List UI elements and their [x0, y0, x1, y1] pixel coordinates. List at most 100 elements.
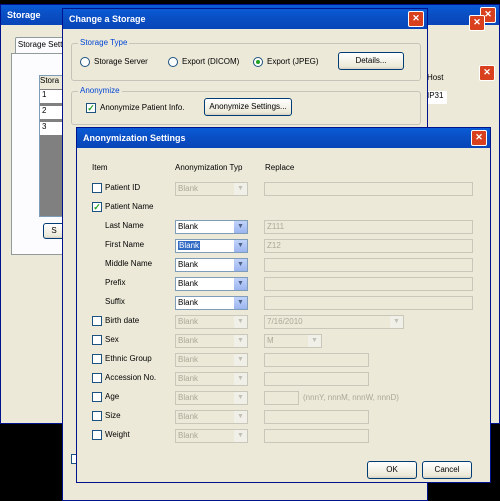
close-icon[interactable]: ✕	[471, 130, 487, 146]
row-label[interactable]: Ethnic Group	[105, 354, 152, 363]
anonymization-title-bar[interactable]: Anonymization Settings ✕	[77, 128, 490, 148]
row-label: First Name	[105, 240, 145, 249]
row-checkbox[interactable]	[92, 335, 102, 345]
select-value: Blank	[178, 374, 199, 383]
chevron-down-icon[interactable]: ▼	[234, 335, 247, 347]
chevron-down-icon[interactable]: ▼	[234, 392, 247, 404]
anonymization-type-select[interactable]: Blank ▼	[175, 353, 248, 367]
anonymization-type-select[interactable]: Blank ▼	[175, 315, 248, 329]
chevron-down-icon[interactable]: ▼	[234, 411, 247, 423]
select-value: Blank	[178, 279, 199, 288]
close-icon[interactable]: ✕	[469, 15, 485, 31]
chevron-down-icon[interactable]: ▼	[234, 183, 247, 195]
chevron-down-icon[interactable]: ▼	[308, 335, 321, 347]
chevron-down-icon[interactable]: ▼	[234, 316, 247, 328]
anonymize-settings-button[interactable]: Anonymize Settings...	[204, 98, 292, 116]
row-label[interactable]: Patient ID	[105, 183, 140, 192]
chevron-down-icon[interactable]: ▼	[234, 240, 247, 252]
replace-field[interactable]: Z12	[264, 239, 473, 253]
change-storage-title-bar[interactable]: Change a Storage ✕	[63, 9, 427, 29]
radio-label-storage-server[interactable]: Storage Server	[94, 57, 148, 66]
anonymization-type-select[interactable]: Blank ▼	[175, 258, 248, 272]
cancel-button[interactable]: Cancel	[422, 461, 472, 479]
replace-field[interactable]	[264, 277, 473, 291]
storage-side-button-label: S	[51, 226, 57, 235]
storage-type-group: Storage Type Storage Server Export (DICO…	[71, 38, 421, 81]
chevron-down-icon[interactable]: ▼	[234, 354, 247, 366]
radio-label-export-dicom[interactable]: Export (DICOM)	[182, 57, 239, 66]
anonymization-type-select[interactable]: Blank ▼	[175, 372, 248, 386]
anonymization-type-select[interactable]: Blank ▼	[175, 429, 248, 443]
close-icon[interactable]: ✕	[479, 65, 495, 81]
replace-value: M	[267, 336, 274, 345]
chevron-down-icon[interactable]: ▼	[234, 221, 247, 233]
replace-select[interactable]: M ▼	[264, 334, 322, 348]
chevron-down-icon[interactable]: ▼	[234, 278, 247, 290]
row-checkbox[interactable]	[92, 411, 102, 421]
row-checkbox[interactable]	[92, 430, 102, 440]
replace-field[interactable]	[264, 353, 369, 367]
anonymization-type-select[interactable]: Blank ▼	[175, 391, 248, 405]
chevron-down-icon[interactable]: ▼	[390, 316, 403, 328]
anonymization-title: Anonymization Settings	[83, 133, 186, 143]
replace-select[interactable]: 7/16/2010 ▼	[264, 315, 404, 329]
anonymize-checkbox[interactable]: ✓	[86, 103, 96, 113]
storage-tab[interactable]: Storage Setti	[15, 37, 67, 53]
select-value: Blank	[178, 184, 199, 193]
replace-field[interactable]	[264, 372, 369, 386]
radio-label-export-jpeg[interactable]: Export (JPEG)	[267, 57, 319, 66]
select-value: Blank	[178, 393, 199, 402]
details-button-label: Details...	[355, 56, 387, 65]
chevron-down-icon[interactable]: ▼	[234, 430, 247, 442]
chevron-down-icon[interactable]: ▼	[234, 297, 247, 309]
replace-field[interactable]: Z111	[264, 220, 473, 234]
close-icon[interactable]: ✕	[408, 11, 424, 27]
header-anonymization-type: Anonymization Typ	[175, 163, 243, 172]
storage-type-legend: Storage Type	[78, 38, 130, 47]
replace-field[interactable]	[264, 391, 299, 405]
anonymize-legend: Anonymize	[78, 86, 122, 95]
row-label[interactable]: Sex	[105, 335, 119, 344]
chevron-down-icon[interactable]: ▼	[234, 373, 247, 385]
replace-field[interactable]	[264, 182, 473, 196]
chevron-down-icon[interactable]: ▼	[234, 259, 247, 271]
select-value: Blank	[178, 336, 199, 345]
replace-value: Z12	[267, 241, 281, 250]
row-label[interactable]: Size	[105, 411, 121, 420]
replace-value: Z111	[267, 222, 285, 231]
row-label[interactable]: Age	[105, 392, 119, 401]
anonymization-type-select[interactable]: Blank ▼	[175, 296, 248, 310]
replace-field[interactable]	[264, 296, 473, 310]
anonymization-type-select[interactable]: Blank ▼	[175, 277, 248, 291]
replace-field[interactable]	[264, 258, 473, 272]
ok-button-label: OK	[386, 465, 398, 474]
row-checkbox[interactable]	[92, 354, 102, 364]
row-checkbox[interactable]	[92, 373, 102, 383]
anonymization-type-select[interactable]: Blank ▼	[175, 220, 248, 234]
row-label: Middle Name	[105, 259, 153, 268]
radio-export-dicom[interactable]	[168, 57, 178, 67]
anonymization-type-select[interactable]: Blank ▼	[175, 410, 248, 424]
select-value: Blank	[178, 222, 199, 231]
replace-field[interactable]	[264, 410, 369, 424]
host-col-header: Host	[427, 73, 447, 86]
ok-button[interactable]: OK	[367, 461, 417, 479]
row-checkbox[interactable]	[92, 183, 102, 193]
anonymize-checkbox-label[interactable]: Anonymize Patient Info.	[100, 103, 185, 112]
anonymize-settings-button-label: Anonymize Settings...	[209, 102, 287, 111]
row-label[interactable]: Birth date	[105, 316, 139, 325]
radio-storage-server[interactable]	[80, 57, 90, 67]
details-button[interactable]: Details...	[338, 52, 404, 70]
replace-field[interactable]	[264, 429, 369, 443]
anonymization-type-select[interactable]: Blank ▼	[175, 239, 248, 253]
row-label[interactable]: Patient Name	[105, 202, 153, 211]
row-checkbox[interactable]: ✓	[92, 202, 102, 212]
radio-export-jpeg[interactable]	[253, 57, 263, 67]
anonymization-type-select[interactable]: Blank ▼	[175, 182, 248, 196]
row-checkbox[interactable]	[92, 392, 102, 402]
row-label[interactable]: Accession No.	[105, 373, 156, 382]
row-label[interactable]: Weight	[105, 430, 130, 439]
anonymization-type-select[interactable]: Blank ▼	[175, 334, 248, 348]
age-format-hint: (nnnY, nnnM, nnnW, nnnD)	[303, 393, 399, 402]
row-checkbox[interactable]	[92, 316, 102, 326]
